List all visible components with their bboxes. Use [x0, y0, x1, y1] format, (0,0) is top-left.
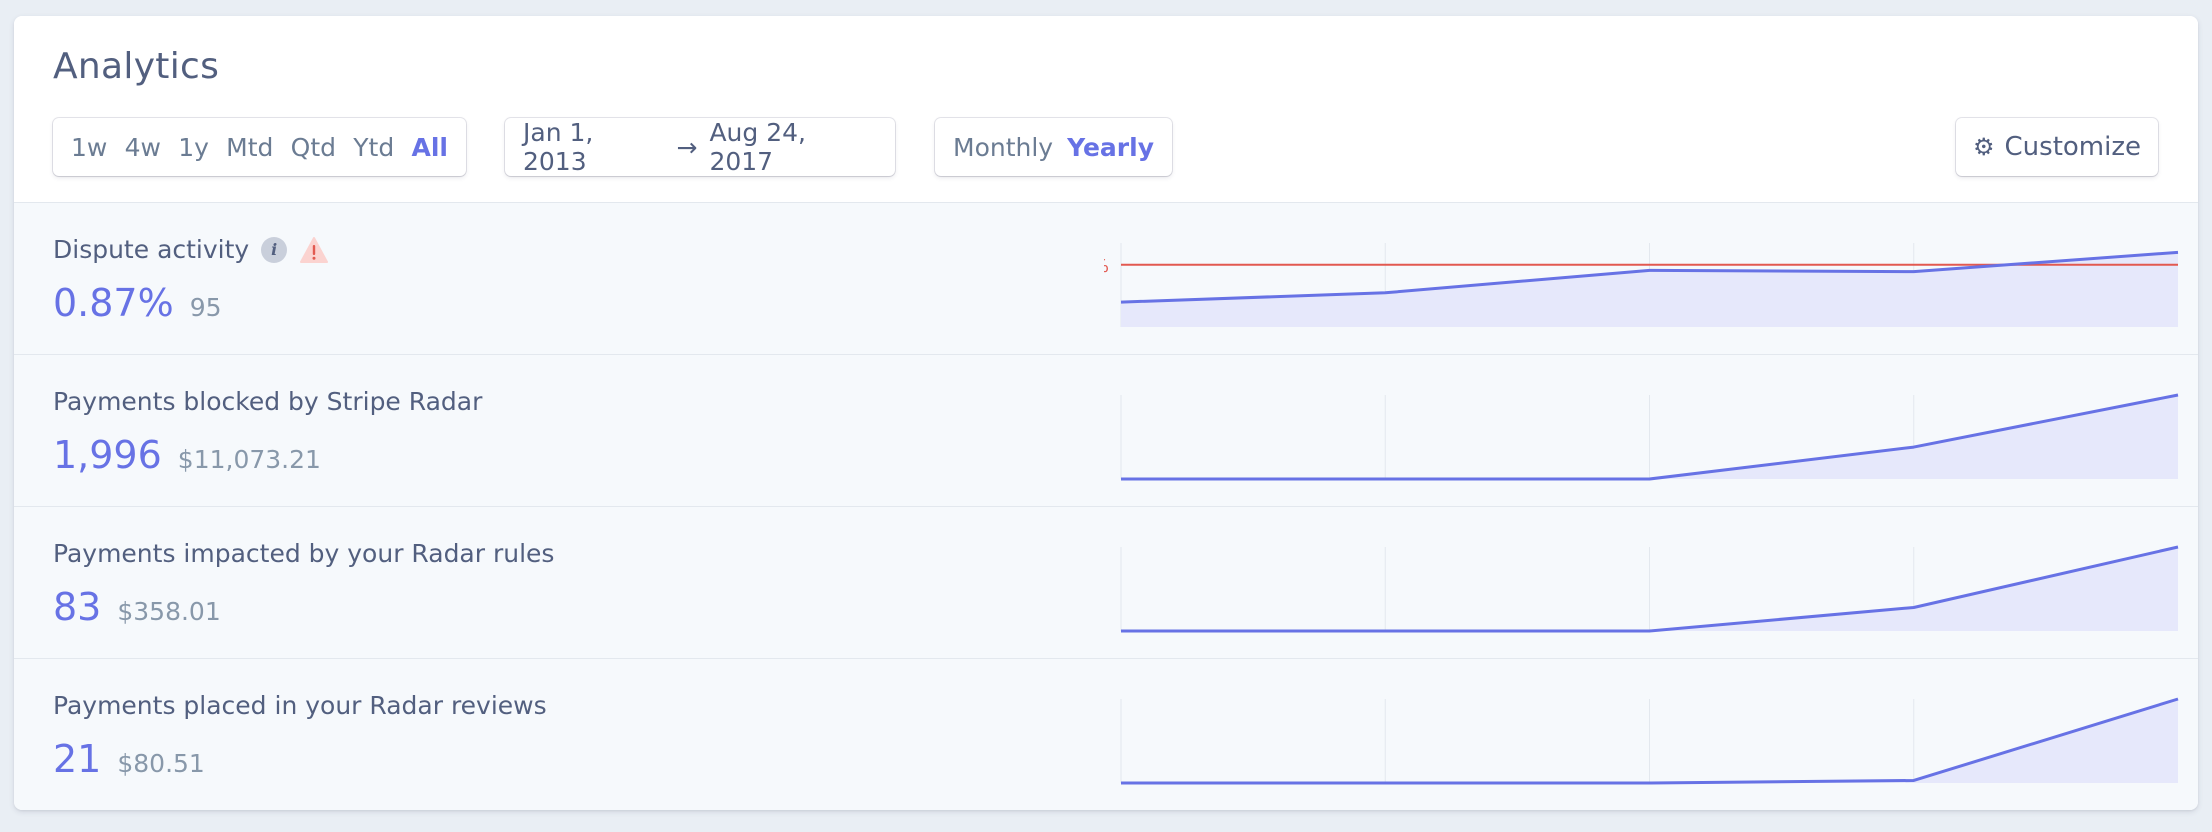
sparkline-chart [1120, 393, 2179, 481]
period-yearly[interactable]: Yearly [1067, 133, 1154, 162]
metric-value: 83 [53, 585, 102, 629]
metric-title-wrap: Payments impacted by your Radar rules [53, 539, 554, 568]
warning-icon [300, 236, 329, 263]
sparkline-chart [1120, 545, 2179, 633]
metric-value-wrap: 0.87% 95 [53, 281, 222, 325]
metric-value-wrap: 21 $80.51 [53, 737, 205, 781]
range-qtd[interactable]: Qtd [291, 133, 336, 162]
range-1w[interactable]: 1w [71, 133, 107, 162]
period-monthly[interactable]: Monthly [953, 133, 1053, 162]
customize-button[interactable]: ⚙ Customize [1956, 118, 2158, 176]
threshold-label: 1% [1104, 256, 1109, 277]
metric-title-wrap: Dispute activity i [53, 235, 329, 264]
metric-title-wrap: Payments blocked by Stripe Radar [53, 387, 482, 416]
analytics-header: Analytics 1w 4w 1y Mtd Qtd Ytd All Jan 1… [14, 16, 2198, 202]
metric-title-wrap: Payments placed in your Radar reviews [53, 691, 547, 720]
range-mtd[interactable]: Mtd [226, 133, 273, 162]
metric-row-payments-blocked[interactable]: Payments blocked by Stripe Radar 1,996 $… [14, 354, 2198, 506]
range-1y[interactable]: 1y [178, 133, 209, 162]
metric-row-payments-impacted[interactable]: Payments impacted by your Radar rules 83… [14, 506, 2198, 658]
page-title: Analytics [53, 46, 220, 87]
sparkline-chart: 1% [1104, 243, 2179, 327]
metric-value-wrap: 83 $358.01 [53, 585, 221, 629]
date-range-picker[interactable]: Jan 1, 2013 → Aug 24, 2017 [505, 118, 895, 176]
range-all[interactable]: All [411, 133, 448, 162]
metric-value-wrap: 1,996 $11,073.21 [53, 433, 321, 477]
metric-row-payments-reviews[interactable]: Payments placed in your Radar reviews 21… [14, 658, 2198, 810]
range-4w[interactable]: 4w [125, 133, 161, 162]
arrow-right-icon: → [676, 132, 698, 162]
metric-subvalue: $11,073.21 [177, 445, 321, 474]
range-selector: 1w 4w 1y Mtd Qtd Ytd All [53, 118, 466, 176]
metric-subvalue: 95 [189, 293, 222, 322]
range-ytd[interactable]: Ytd [353, 133, 394, 162]
metric-value: 0.87% [53, 281, 174, 325]
metric-subvalue: $80.51 [117, 749, 205, 778]
metric-title: Payments blocked by Stripe Radar [53, 387, 483, 416]
gear-icon: ⚙ [1973, 133, 1995, 161]
metric-title: Dispute activity [53, 235, 250, 264]
date-start: Jan 1, 2013 [523, 118, 594, 176]
analytics-card: Analytics 1w 4w 1y Mtd Qtd Ytd All Jan 1… [14, 16, 2198, 810]
metric-value: 1,996 [53, 433, 162, 477]
metric-subvalue: $358.01 [117, 597, 221, 626]
metric-row-dispute-activity[interactable]: Dispute activity i 0.87% 95 1% [14, 202, 2198, 354]
sparkline-chart [1120, 697, 2179, 785]
metric-title: Payments impacted by your Radar rules [53, 539, 555, 568]
period-selector: Monthly Yearly [935, 118, 1172, 176]
metric-title: Payments placed in your Radar reviews [53, 691, 547, 720]
date-end: Aug 24, 2017 [709, 118, 806, 176]
customize-label: Customize [2004, 132, 2141, 162]
info-icon[interactable]: i [261, 236, 288, 263]
metric-value: 21 [53, 737, 102, 781]
